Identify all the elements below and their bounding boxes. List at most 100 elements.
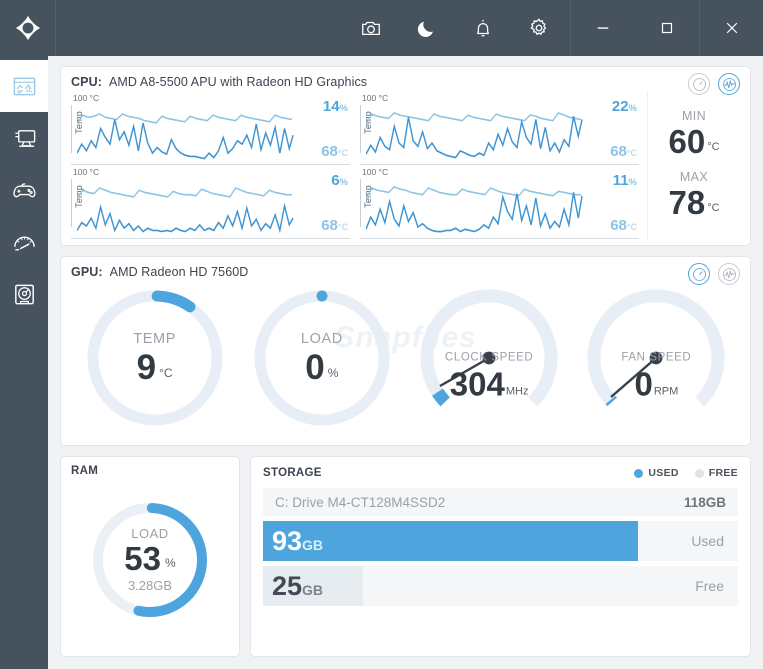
graph-view-toggle[interactable] [718, 263, 740, 285]
gauge-view-toggle[interactable] [688, 73, 710, 95]
gpu-temp-text: TEMP 9 °C [80, 332, 230, 385]
ram-subvalue: 3.28GB [127, 578, 173, 593]
gpu-load-text: LOAD 0% [247, 332, 397, 385]
gear-icon[interactable] [526, 15, 552, 41]
storage-used-bar: 93GB Used [263, 521, 738, 561]
ram-label: LOAD [131, 526, 169, 541]
cpu-core-graphs: 100 °C Temp 14% 68°C 100 °C Temp 22% 68°… [71, 91, 648, 239]
monitor-icon [14, 129, 35, 147]
core-axis-tick [360, 179, 361, 227]
core-values: 6% 68°C [321, 173, 348, 233]
app-logo [0, 0, 56, 56]
gpu-clock-value: 304MHz [449, 364, 529, 402]
gpu-card: GPU: AMD Radeon HD 7560D Snapfiles TEMP … [60, 256, 751, 446]
storage-used-caption: Used [691, 533, 724, 549]
cpu-body: 100 °C Temp 14% 68°C 100 °C Temp 22% 68°… [71, 91, 740, 239]
core-plot [366, 95, 583, 162]
core-values: 14% 68°C [321, 99, 348, 159]
legend-free-label: FREE [708, 467, 738, 479]
core-temp: 68°C [321, 217, 348, 234]
core-values: 11% 68°C [610, 173, 637, 233]
cpu-min-label: MIN [681, 109, 707, 124]
storage-free-fill: 25GB [263, 566, 363, 606]
speedometer-icon [13, 236, 35, 250]
graph-view-toggle[interactable] [718, 73, 740, 95]
disk-drive-icon [14, 284, 34, 304]
core-axis-tick [360, 105, 361, 153]
legend-used[interactable]: USED [634, 467, 678, 479]
legend-free[interactable]: FREE [694, 467, 738, 479]
dashboard-chart-icon [13, 77, 35, 95]
core-temp: 68°C [610, 217, 637, 234]
gpu-view-toggles [688, 263, 740, 285]
core-axis-tick [71, 105, 72, 153]
gpu-temp-gauge: TEMP 9 °C [80, 283, 230, 433]
core-load: 11% [612, 172, 637, 189]
storage-drive-row[interactable]: C: Drive M4-CT128M4SSD2 118GB [263, 488, 738, 516]
cpu-max-value: 78 °C [668, 184, 720, 221]
ram-text: LOAD 53% 3.28GB [86, 496, 214, 624]
storage-legend: USED FREE [634, 467, 738, 479]
ram-load-gauge: LOAD 53% 3.28GB [86, 496, 214, 624]
storage-title: STORAGE [263, 467, 322, 479]
core-temp: 68°C [610, 143, 637, 160]
gpu-model: AMD Radeon HD 7560D [109, 265, 249, 279]
ram-gauge-wrap: LOAD 53% 3.28GB [71, 477, 229, 642]
core-plot [77, 95, 294, 162]
core-plot [366, 169, 583, 236]
legend-used-label: USED [648, 467, 679, 479]
gpu-fan-gauge: FAN SPEED 0RPM [581, 283, 731, 433]
storage-used-value: 93GB [272, 525, 324, 556]
window-body: CPU: AMD A8-5500 APU with Radeon HD Graph… [0, 56, 763, 669]
cpu-core-graph: 100 °C Temp 11% 68°C [360, 165, 639, 239]
sidebar-item-benchmark[interactable] [0, 216, 48, 268]
storage-free-bar: 25GB Free [263, 566, 738, 606]
gpu-gauges: TEMP 9 °C LOAD 0% CLOCK SPEED 304MHz FAN… [71, 281, 740, 433]
camera-icon[interactable] [358, 15, 384, 41]
gpu-clock-gauge: CLOCK SPEED 304MHz [414, 283, 564, 433]
cpu-max-label: MAX [679, 170, 709, 184]
storage-free-value: 25GB [272, 570, 324, 601]
sidebar-item-storage[interactable] [0, 268, 48, 320]
cpu-core-graph: 100 °C Temp 22% 68°C [360, 91, 639, 165]
gpu-load-label: LOAD [300, 330, 343, 347]
legend-free-dot-icon [694, 468, 704, 478]
gpu-label: GPU: [71, 265, 103, 279]
minimize-button[interactable] [571, 0, 635, 56]
app-window: CPU: AMD A8-5500 APU with Radeon HD Graph… [0, 0, 763, 669]
sidebar-item-gaming[interactable] [0, 164, 48, 216]
sidebar [0, 56, 48, 669]
gpu-clock-label: CLOCK SPEED [444, 351, 534, 364]
core-load: 22% [611, 98, 637, 115]
cpu-core-graph: 100 °C Temp 14% 68°C [71, 91, 350, 165]
gpu-clock-text: CLOCK SPEED 304MHz [414, 352, 564, 400]
storage-free-caption: Free [695, 578, 724, 594]
cpu-min-value: 60 °C [668, 123, 720, 161]
core-load: 6% [331, 172, 348, 189]
moon-icon[interactable] [414, 15, 440, 41]
core-values: 22% 68°C [610, 99, 637, 159]
cpu-label: CPU: [71, 75, 102, 89]
ram-title: RAM [71, 465, 99, 477]
gauge-view-toggle[interactable] [688, 263, 710, 285]
core-plot [77, 169, 294, 236]
core-axis-tick [71, 179, 72, 227]
gpu-fan-value: 0RPM [634, 364, 679, 402]
main-content: CPU: AMD A8-5500 APU with Radeon HD Graph… [48, 56, 763, 669]
sidebar-item-desktop[interactable] [0, 112, 48, 164]
close-button[interactable] [699, 0, 763, 56]
gpu-load-gauge: LOAD 0% [247, 283, 397, 433]
core-load: 14% [322, 98, 348, 115]
bell-icon[interactable] [470, 15, 496, 41]
cpu-card-title: CPU: AMD A8-5500 APU with Radeon HD Graph… [71, 75, 740, 89]
storage-card: STORAGE USED FREE C: Drive M4-CT128M4SSD… [250, 456, 751, 657]
gamepad-icon [12, 182, 36, 197]
storage-header: STORAGE USED FREE [263, 467, 738, 479]
maximize-button[interactable] [635, 0, 699, 56]
gpu-load-value: 0% [305, 347, 339, 387]
sidebar-item-dashboard[interactable] [0, 60, 48, 112]
gpu-temp-label: TEMP [133, 330, 176, 347]
ram-card: RAM LOAD 53% 3.28GB [60, 456, 240, 657]
gpu-temp-value: 9 °C [136, 347, 173, 387]
gpu-card-title: GPU: AMD Radeon HD 7560D [71, 265, 740, 279]
